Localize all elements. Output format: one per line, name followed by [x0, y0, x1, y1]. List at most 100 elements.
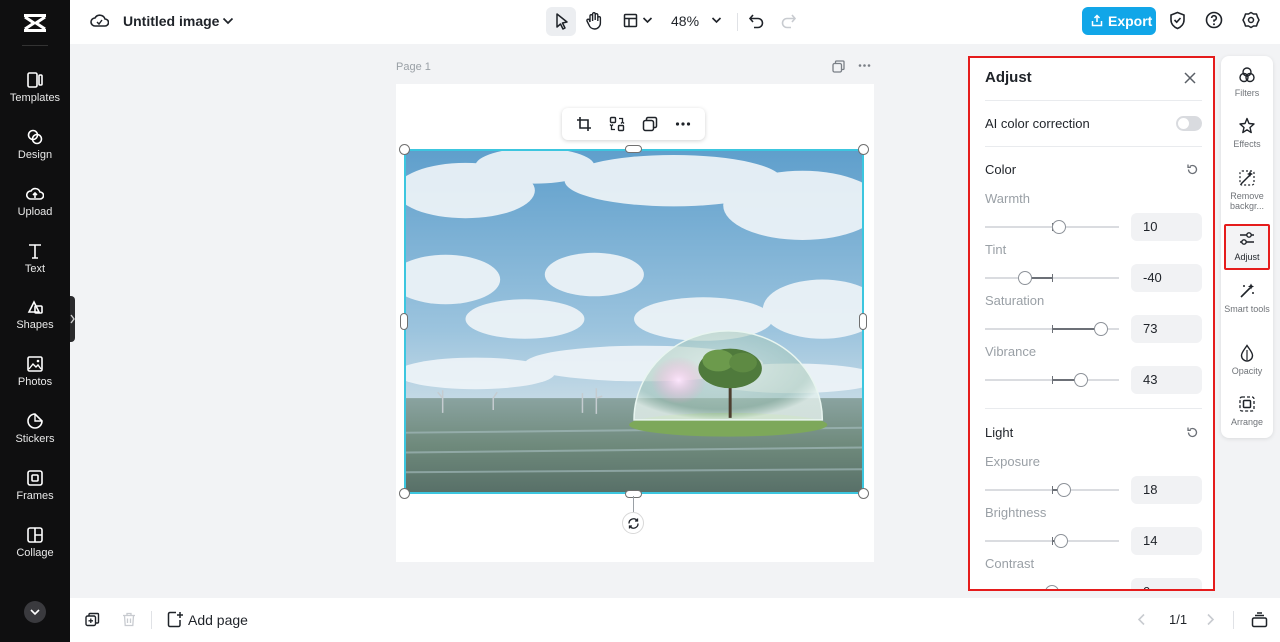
rail-opacity[interactable]: Opacity [1221, 344, 1273, 376]
rail-effects-label: Effects [1233, 139, 1261, 149]
toolbar-divider [737, 13, 738, 31]
page-more-icon[interactable] [858, 63, 871, 68]
adjust-panel-title: Adjust [985, 69, 1032, 86]
reset-light-icon[interactable] [1186, 426, 1199, 439]
resize-handle-top[interactable] [625, 145, 642, 153]
layout-dropdown-chevron-icon[interactable] [642, 16, 653, 25]
selected-image[interactable] [404, 149, 864, 494]
gear-icon[interactable] [1242, 11, 1260, 29]
design-icon [27, 129, 43, 145]
next-page-icon[interactable] [1206, 613, 1215, 626]
sidebar-collapse-handle[interactable] [70, 296, 75, 342]
cloud-sync-icon[interactable] [90, 12, 109, 30]
help-icon[interactable] [1205, 11, 1223, 29]
resize-handle-top-left[interactable] [399, 144, 410, 155]
tint-slider-thumb[interactable] [1018, 271, 1033, 285]
undo-icon[interactable] [748, 12, 765, 29]
resize-handle-right[interactable] [859, 313, 867, 330]
filters-icon [1239, 67, 1255, 83]
ai-color-correction-label: AI color correction [985, 116, 1090, 131]
title-dropdown-chevron-icon[interactable] [222, 16, 234, 26]
stickers-icon [27, 413, 43, 429]
rail-smart-tools[interactable]: Smart tools [1221, 282, 1273, 314]
rotate-handle[interactable] [622, 512, 644, 534]
page-counter: 1/1 [1169, 612, 1188, 627]
reset-color-icon[interactable] [1186, 163, 1199, 176]
bottom-divider [1233, 611, 1234, 629]
saturation-value-input[interactable] [1131, 315, 1202, 343]
more-options-icon[interactable] [675, 116, 691, 132]
previous-page-icon[interactable] [1137, 613, 1146, 626]
nav-stickers[interactable]: Stickers [0, 412, 70, 462]
nav-upload[interactable]: Upload [0, 185, 70, 235]
rail-opacity-label: Opacity [1231, 366, 1263, 376]
nav-frames[interactable]: Frames [0, 469, 70, 519]
layers-panel-icon[interactable] [1251, 611, 1268, 628]
nav-templates[interactable]: Templates [0, 71, 70, 121]
warmth-value-input[interactable] [1131, 213, 1202, 241]
account-avatar[interactable] [24, 601, 46, 623]
resize-handle-bottom-right[interactable] [858, 488, 869, 499]
add-page-icon[interactable] [167, 611, 184, 628]
nav-text[interactable]: Text [0, 242, 70, 292]
tint-value-input[interactable] [1131, 264, 1202, 292]
close-icon[interactable] [1184, 72, 1196, 84]
redo-icon[interactable] [780, 12, 797, 29]
nav-collage[interactable]: Collage [0, 526, 70, 576]
export-icon [1091, 14, 1103, 27]
nav-text-label: Text [24, 263, 46, 275]
vibrance-slider[interactable] [985, 373, 1119, 387]
crop-icon[interactable] [576, 116, 592, 132]
exposure-slider[interactable] [985, 483, 1119, 497]
chevron-down-icon [30, 609, 40, 616]
hand-tool-icon[interactable] [585, 11, 603, 31]
exposure-slider-thumb[interactable] [1057, 483, 1072, 497]
vibrance-slider-thumb[interactable] [1073, 373, 1088, 387]
exposure-value-input[interactable] [1131, 476, 1202, 504]
rail-remove-background[interactable]: Remove backgr... [1221, 169, 1273, 211]
nav-design[interactable]: Design [0, 128, 70, 178]
rotate-icon [628, 518, 639, 529]
ai-color-correction-toggle[interactable] [1176, 116, 1202, 131]
warmth-label: Warmth [985, 191, 1031, 206]
brightness-slider-thumb[interactable] [1054, 534, 1069, 548]
add-page-button[interactable]: Add page [188, 612, 248, 628]
replace-icon[interactable] [609, 116, 625, 132]
saturation-slider-thumb[interactable] [1093, 322, 1108, 336]
resize-handle-left[interactable] [400, 313, 408, 330]
document-title[interactable]: Untitled image [123, 13, 219, 29]
warmth-slider[interactable] [985, 220, 1119, 234]
warmth-slider-thumb[interactable] [1051, 220, 1066, 234]
nav-photos[interactable]: Photos [0, 355, 70, 405]
resize-handle-bottom-left[interactable] [399, 488, 410, 499]
zoom-dropdown-chevron-icon[interactable] [711, 16, 722, 25]
saturation-slider[interactable] [985, 322, 1119, 336]
tint-label: Tint [985, 242, 1007, 257]
brightness-value-input[interactable] [1131, 527, 1202, 555]
trash-icon[interactable] [122, 612, 136, 627]
nav-shapes[interactable]: Shapes [0, 298, 70, 348]
effects-icon [1239, 117, 1255, 134]
shield-icon[interactable] [1169, 11, 1186, 30]
rail-filters[interactable]: Filters [1221, 66, 1273, 98]
duplicate-page-icon[interactable] [832, 60, 845, 73]
capcut-logo-icon[interactable] [22, 10, 48, 36]
rail-arrange[interactable]: Arrange [1221, 395, 1273, 427]
zoom-level[interactable]: 48% [671, 13, 699, 29]
export-button[interactable]: Export [1082, 7, 1156, 35]
brightness-slider[interactable] [985, 534, 1119, 548]
vibrance-value-input[interactable] [1131, 366, 1202, 394]
color-section-title: Color [985, 162, 1017, 177]
duplicate-icon[interactable] [642, 116, 658, 132]
contrast-slider-thumb[interactable] [1045, 585, 1059, 589]
select-tool-icon[interactable] [554, 12, 570, 31]
rail-effects[interactable]: Effects [1221, 117, 1273, 149]
tint-slider[interactable] [985, 271, 1119, 285]
adjust-icon [1240, 232, 1254, 245]
rail-filters-label: Filters [1234, 88, 1260, 98]
rail-adjust[interactable]: Adjust [1221, 230, 1273, 262]
page-manager-icon[interactable] [85, 612, 100, 627]
layout-icon[interactable] [623, 13, 638, 28]
resize-handle-top-right[interactable] [858, 144, 869, 155]
contrast-value-input[interactable] [1131, 578, 1202, 589]
